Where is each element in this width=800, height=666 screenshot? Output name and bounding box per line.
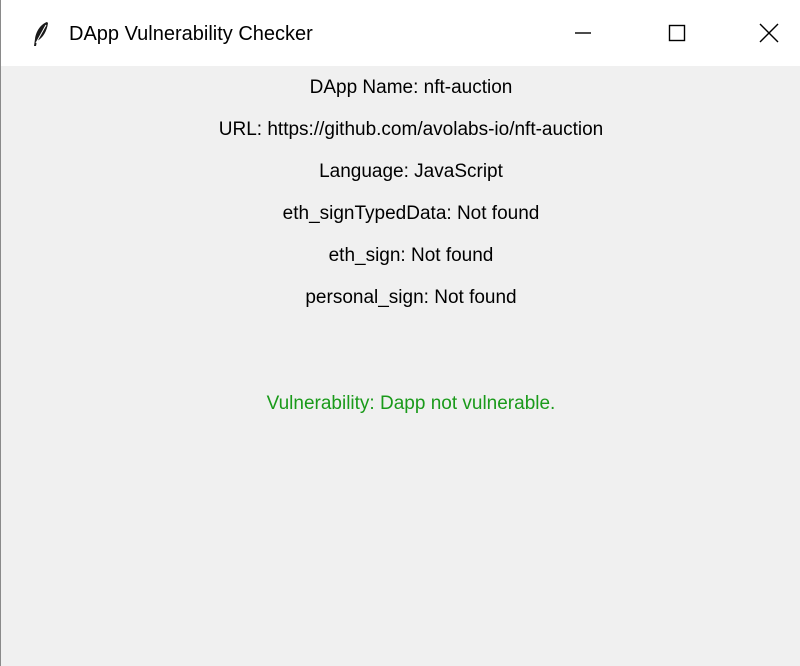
personal-sign-label: personal_sign: Not found [305, 287, 517, 308]
vulnerability-result-label: Vulnerability: Dapp not vulnerable. [266, 393, 556, 414]
window-title: DApp Vulnerability Checker [69, 23, 313, 45]
close-button[interactable] [724, 0, 800, 66]
eth-sign-label: eth_sign: Not found [328, 245, 494, 266]
minimize-button[interactable] [538, 0, 628, 66]
dapp-name-label: DApp Name: nft-auction [309, 77, 513, 98]
sign-typed-data-label: eth_signTypedData: Not found [282, 203, 540, 224]
close-icon [758, 22, 780, 44]
main-content: DApp Name: nft-auction URL: https://gith… [1, 66, 800, 666]
minimize-icon [573, 23, 593, 43]
url-label: URL: https://github.com/avolabs-io/nft-a… [218, 119, 604, 140]
language-label: Language: JavaScript [319, 161, 503, 182]
feather-icon [31, 21, 51, 47]
maximize-icon [667, 23, 687, 43]
app-window: DApp Vulnerability Checker DApp Name: nf… [0, 0, 800, 666]
maximize-button[interactable] [632, 0, 722, 66]
title-bar[interactable]: DApp Vulnerability Checker [1, 0, 800, 66]
